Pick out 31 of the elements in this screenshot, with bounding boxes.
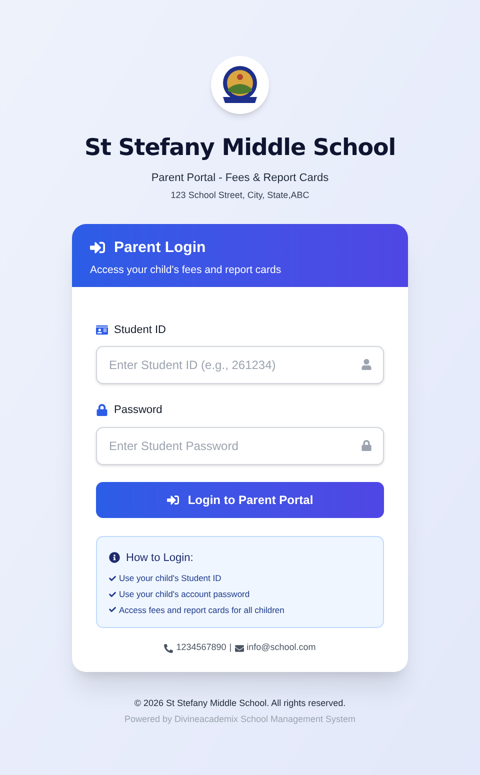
phone-icon <box>164 644 174 652</box>
login-button[interactable]: Login to Parent Portal <box>96 482 384 518</box>
portal-subtitle: Parent Portal - Fees & Report Cards <box>151 170 329 186</box>
card-subtitle: Access your child's fees and report cards <box>90 263 282 278</box>
id-card-icon <box>96 324 108 336</box>
phone-number: 1234567890 <box>176 641 226 654</box>
info-icon <box>109 552 120 564</box>
envelope-icon <box>234 644 244 652</box>
email-address: info@school.com <box>246 641 316 654</box>
input-field[interactable]: Enter Student ID (e.g., 261234) <box>96 346 384 384</box>
check-icon <box>109 606 116 614</box>
check-icon <box>109 574 116 582</box>
separator: | <box>229 641 232 654</box>
school-address: 123 School Street, City, State,ABC <box>170 189 310 202</box>
help-title: How to Login: <box>126 550 194 566</box>
help-item: Access fees and report cards for all children <box>119 604 284 616</box>
help-item: Use your child's account password <box>119 588 250 600</box>
field-label: Password <box>114 403 162 418</box>
copyright-text: © 2026 St Stefany Middle School. All rights reserved. <box>134 696 346 710</box>
login-icon <box>90 240 105 256</box>
input-field[interactable]: Enter Student Password <box>96 426 384 464</box>
field-label: Student ID <box>114 322 166 338</box>
card-title: Parent Login <box>114 238 206 258</box>
lock-icon <box>96 404 108 416</box>
lock-icon <box>361 440 372 450</box>
powered-by-text: Powered by Divineacademix School Management System <box>124 713 356 726</box>
school-name: St Stefany Middle School <box>84 134 396 163</box>
help-item: Use your child's Student ID <box>119 572 222 585</box>
login-icon <box>166 494 179 506</box>
user-icon <box>361 359 372 370</box>
check-icon <box>109 590 116 598</box>
